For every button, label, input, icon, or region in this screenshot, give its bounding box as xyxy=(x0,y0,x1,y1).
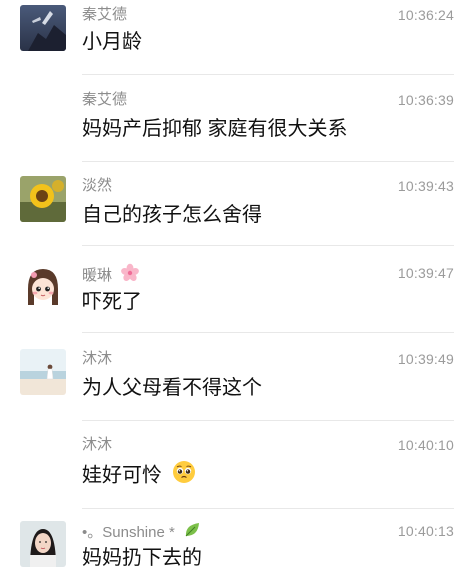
message-time: 10:39:49 xyxy=(397,351,454,367)
chat-message: •。Sunshine * 10:40:13 妈妈扔下去的 xyxy=(0,516,474,580)
divider xyxy=(82,245,454,246)
divider xyxy=(82,420,454,421)
avatar[interactable] xyxy=(20,5,66,51)
beach-photo xyxy=(20,349,66,395)
cartoon-girl xyxy=(20,263,66,309)
woman-photo xyxy=(20,521,66,567)
message-time: 10:40:13 xyxy=(397,523,454,539)
avatar[interactable] xyxy=(20,263,66,309)
message-text[interactable]: 吓死了 xyxy=(82,288,142,316)
divider xyxy=(82,508,454,509)
message-text[interactable]: 娃好可怜 xyxy=(82,460,196,492)
chat-message: 沐沐 10:39:49 为人父母看不得这个 xyxy=(0,344,474,424)
chat-message: 暖琳 10:39:47 吓死了 xyxy=(0,258,474,338)
message-text[interactable]: 妈妈扔下去的 xyxy=(82,544,202,572)
message-text[interactable]: 妈妈产后抑郁 家庭有很大关系 xyxy=(82,115,348,143)
sender-name: 秦艾德 xyxy=(82,6,128,23)
chat-history: 秦艾德 10:36:24 小月龄 秦艾德 10:36:39 妈妈产后抑郁 家庭有… xyxy=(0,0,474,580)
silhouette-photo xyxy=(20,5,66,51)
sender-name: 沐沐 xyxy=(82,350,113,367)
message-text[interactable]: 小月龄 xyxy=(82,28,142,56)
message-time: 10:36:24 xyxy=(397,7,454,23)
message-text-content: 娃好可怜 xyxy=(82,464,162,487)
message-time: 10:40:10 xyxy=(397,437,454,453)
chat-message: 秦艾德 10:36:39 妈妈产后抑郁 家庭有很大关系 xyxy=(0,85,474,165)
chat-message: 沐沐 10:40:10 娃好可怜 xyxy=(0,430,474,512)
divider xyxy=(82,161,454,162)
sender-name: •。Sunshine * xyxy=(82,521,201,545)
cherry-blossom-icon xyxy=(120,263,140,289)
sender-name: 暖琳 xyxy=(82,263,140,289)
leaf-icon xyxy=(183,521,201,545)
avatar[interactable] xyxy=(20,521,66,567)
pleading-face-icon xyxy=(172,460,196,492)
chat-message: 秦艾德 10:36:24 小月龄 xyxy=(0,0,474,78)
message-time: 10:39:47 xyxy=(397,265,454,281)
divider xyxy=(82,74,454,75)
sender-name: 淡然 xyxy=(82,177,113,194)
message-text[interactable]: 自己的孩子怎么舍得 xyxy=(82,201,262,229)
sender-name: 沐沐 xyxy=(82,436,113,453)
message-text[interactable]: 为人父母看不得这个 xyxy=(82,374,262,402)
message-time: 10:36:39 xyxy=(397,92,454,108)
avatar[interactable] xyxy=(20,176,66,222)
message-time: 10:39:43 xyxy=(397,178,454,194)
divider xyxy=(82,332,454,333)
sender-name-label: 暖琳 xyxy=(82,266,113,284)
sunflower-photo xyxy=(20,176,66,222)
sender-name: 秦艾德 xyxy=(82,91,128,108)
avatar[interactable] xyxy=(20,349,66,395)
sender-name-label: •。Sunshine * xyxy=(82,523,175,541)
chat-message: 淡然 10:39:43 自己的孩子怎么舍得 xyxy=(0,171,474,251)
